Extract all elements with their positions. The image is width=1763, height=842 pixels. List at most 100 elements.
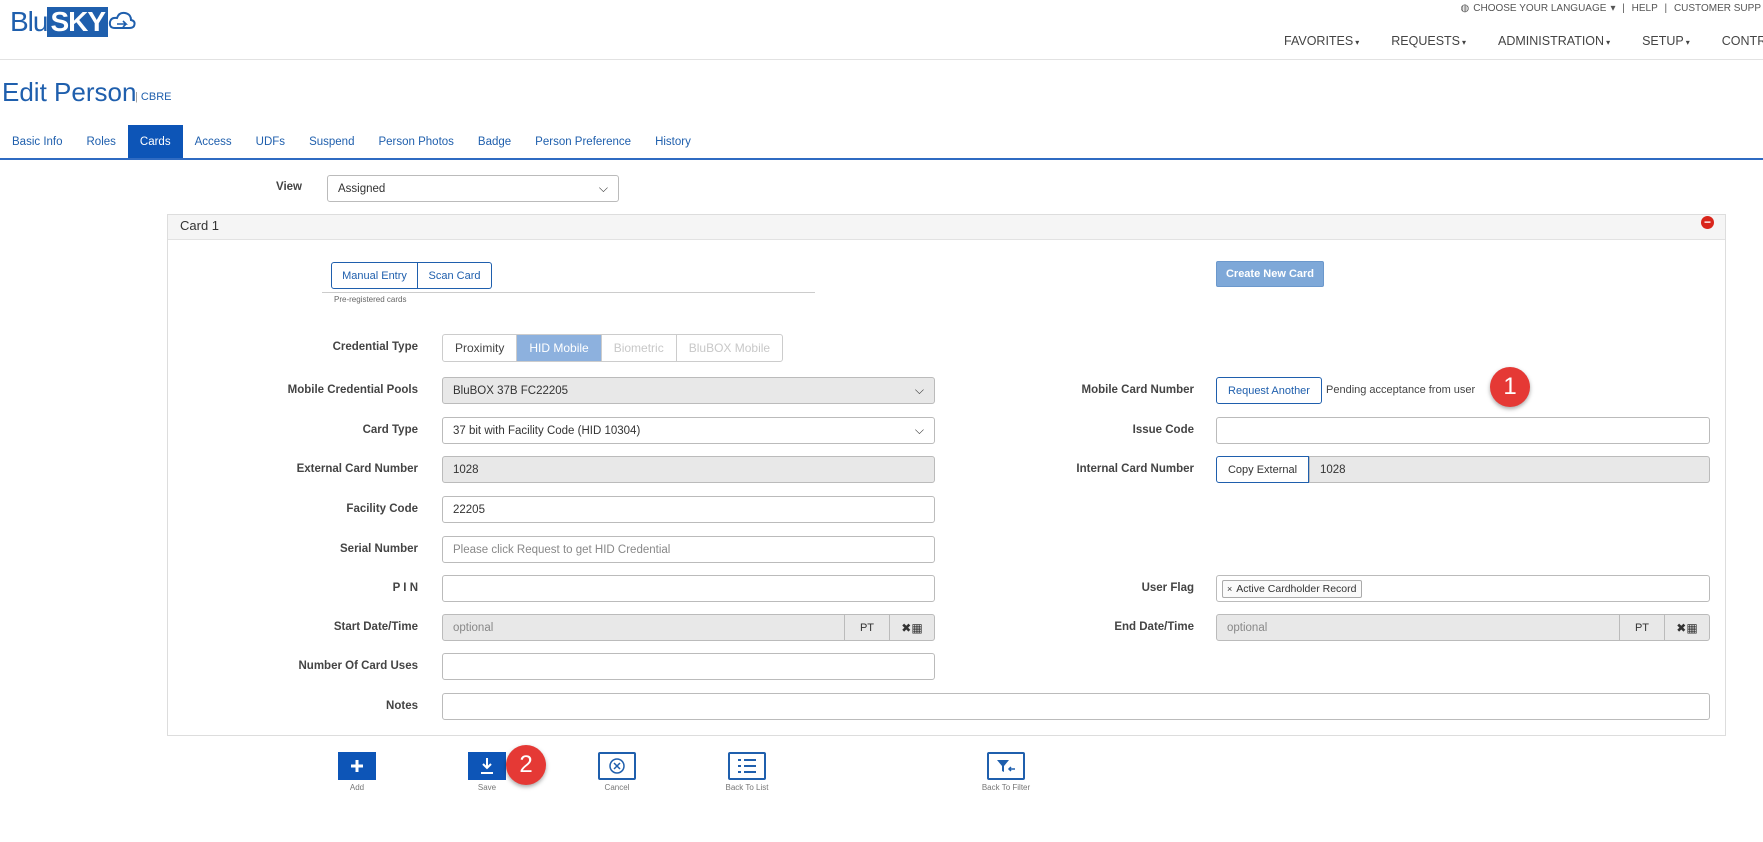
credential-proximity[interactable]: Proximity — [443, 335, 518, 361]
tab-roles[interactable]: Roles — [75, 125, 128, 159]
user-flag-label: User Flag — [1141, 582, 1194, 594]
entry-mode-group: Manual Entry Scan Card — [331, 262, 492, 289]
page-title: Edit Person — [2, 77, 137, 107]
request-another-button[interactable]: Request Another — [1216, 377, 1322, 404]
manual-entry-button[interactable]: Manual Entry — [331, 262, 418, 289]
card-type-value: 37 bit with Facility Code (HID 10304) — [453, 424, 641, 437]
start-timezone: PT — [844, 615, 889, 640]
notes-input[interactable] — [442, 693, 1710, 720]
facility-code-input[interactable]: 22205 — [442, 496, 935, 523]
chevron-down-icon: ⌵ — [598, 181, 608, 195]
preregistered-label: Pre-registered cards — [334, 295, 407, 304]
mobile-pools-select[interactable]: BluBOX 37B FC22205 ⌵ — [442, 377, 935, 404]
tab-basic-info[interactable]: Basic Info — [0, 125, 75, 159]
nav-control[interactable]: CONTRO — [1722, 34, 1763, 48]
external-card-number-input[interactable]: 1028 — [442, 456, 935, 483]
preregistered-divider — [322, 292, 815, 293]
remove-tag-icon[interactable]: × — [1227, 584, 1232, 594]
card-type-select[interactable]: 37 bit with Facility Code (HID 10304) ⌵ — [442, 417, 935, 444]
tab-access[interactable]: Access — [183, 125, 244, 159]
end-datetime-input[interactable]: optional PT ✖▦ — [1216, 614, 1710, 641]
nav-requests[interactable]: REQUESTS — [1391, 34, 1466, 48]
credential-hid-mobile[interactable]: HID Mobile — [517, 335, 602, 361]
tab-history[interactable]: History — [643, 125, 703, 159]
end-clear-calendar-icon[interactable]: ✖▦ — [1664, 615, 1709, 640]
logo-sky-text: SKY — [47, 7, 109, 37]
serial-number-label: Serial Number — [340, 543, 418, 555]
main-nav: FAVORITES REQUESTS ADMINISTRATION SETUP … — [1284, 34, 1763, 48]
blusky-logo[interactable]: Blu SKY — [10, 6, 136, 38]
language-link[interactable]: CHOOSE YOUR LANGUAGE — [1473, 3, 1606, 14]
card-title: Card 1 — [180, 218, 220, 233]
mobile-card-status: Pending acceptance from user — [1326, 384, 1476, 396]
nav-administration[interactable]: ADMINISTRATION — [1498, 34, 1610, 48]
pin-input[interactable] — [442, 575, 935, 602]
tab-person-preference[interactable]: Person Preference — [523, 125, 643, 159]
serial-number-input[interactable]: Please click Request to get HID Credenti… — [442, 536, 935, 563]
end-timezone: PT — [1619, 615, 1664, 640]
copy-external-button[interactable]: Copy External — [1216, 456, 1309, 483]
back-to-list-tool[interactable]: Back To List — [712, 752, 782, 792]
add-tool[interactable]: Add — [327, 752, 387, 792]
end-datetime-placeholder: optional — [1227, 621, 1268, 634]
scan-card-button[interactable]: Scan Card — [418, 262, 492, 289]
callout-badge-2: 2 — [506, 745, 546, 785]
num-card-uses-input[interactable] — [442, 653, 935, 680]
cancel-x-icon[interactable] — [598, 752, 636, 780]
card-type-label: Card Type — [362, 424, 418, 436]
globe-icon: ◍ — [1460, 3, 1470, 14]
top-links: ◍ CHOOSE YOUR LANGUAGE ▾ | HELP | CUSTOMER… — [1460, 3, 1761, 14]
mobile-pools-label: Mobile Credential Pools — [287, 384, 418, 396]
start-datetime-input[interactable]: optional PT ✖▦ — [442, 614, 935, 641]
nav-favorites[interactable]: FAVORITES — [1284, 34, 1359, 48]
nav-setup[interactable]: SETUP — [1642, 34, 1690, 48]
plus-icon[interactable] — [338, 752, 376, 780]
start-datetime-placeholder: optional — [453, 621, 494, 634]
tab-cards[interactable]: Cards — [127, 125, 183, 159]
facility-code-label: Facility Code — [346, 503, 418, 515]
mobile-card-number-label: Mobile Card Number — [1081, 384, 1194, 396]
filter-back-icon[interactable] — [987, 752, 1025, 780]
back-to-filter-tool[interactable]: Back To Filter — [970, 752, 1042, 792]
credential-bluebox-mobile[interactable]: BluBOX Mobile — [677, 335, 782, 361]
back-to-filter-label: Back To Filter — [981, 783, 1031, 792]
tabs-divider — [0, 158, 1763, 160]
cancel-tool[interactable]: Cancel — [587, 752, 647, 792]
download-save-icon[interactable] — [468, 752, 506, 780]
external-card-number-label: External Card Number — [296, 463, 418, 475]
page-subtitle[interactable]: CBRE — [135, 91, 172, 103]
credential-type-label: Credential Type — [332, 341, 418, 353]
tab-person-photos[interactable]: Person Photos — [366, 125, 465, 159]
tab-suspend[interactable]: Suspend — [297, 125, 366, 159]
logo-blu-text: Blu — [10, 6, 48, 37]
mobile-pools-value: BluBOX 37B FC22205 — [453, 384, 569, 397]
user-flag-input[interactable]: × Active Cardholder Record — [1216, 575, 1710, 602]
callout-badge-1: 1 — [1490, 367, 1530, 407]
create-new-card-button[interactable]: Create New Card — [1216, 261, 1324, 287]
card-panel-header — [168, 215, 1725, 240]
list-icon[interactable] — [728, 752, 766, 780]
issue-code-label: Issue Code — [1132, 424, 1194, 436]
notes-label: Notes — [386, 700, 418, 712]
chevron-down-icon: ▾ — [1610, 3, 1616, 14]
view-select-value: Assigned — [338, 182, 386, 195]
view-select[interactable]: Assigned ⌵ — [327, 175, 619, 202]
user-flag-tag-text: Active Cardholder Record — [1236, 582, 1357, 595]
person-tabs: Basic Info Roles Cards Access UDFs Suspe… — [0, 125, 703, 159]
start-clear-calendar-icon[interactable]: ✖▦ — [889, 615, 934, 640]
header-divider — [0, 59, 1763, 60]
tab-badge[interactable]: Badge — [466, 125, 523, 159]
serial-number-placeholder: Please click Request to get HID Credenti… — [453, 543, 671, 556]
view-label: View — [276, 181, 302, 193]
issue-code-input[interactable] — [1216, 417, 1710, 444]
help-link[interactable]: HELP — [1632, 3, 1658, 14]
cloud-logo-icon — [108, 11, 136, 29]
remove-card-icon[interactable]: − — [1701, 216, 1714, 229]
credential-biometric[interactable]: Biometric — [602, 335, 677, 361]
internal-card-number-input[interactable]: 1028 — [1309, 456, 1710, 483]
tab-udfs[interactable]: UDFs — [244, 125, 297, 159]
customer-support-link[interactable]: CUSTOMER SUPP — [1674, 3, 1761, 14]
back-to-list-label: Back To List — [725, 783, 769, 792]
end-datetime-label: End Date/Time — [1114, 621, 1194, 633]
credential-type-selector: Proximity HID Mobile Biometric BluBOX Mo… — [442, 334, 784, 362]
